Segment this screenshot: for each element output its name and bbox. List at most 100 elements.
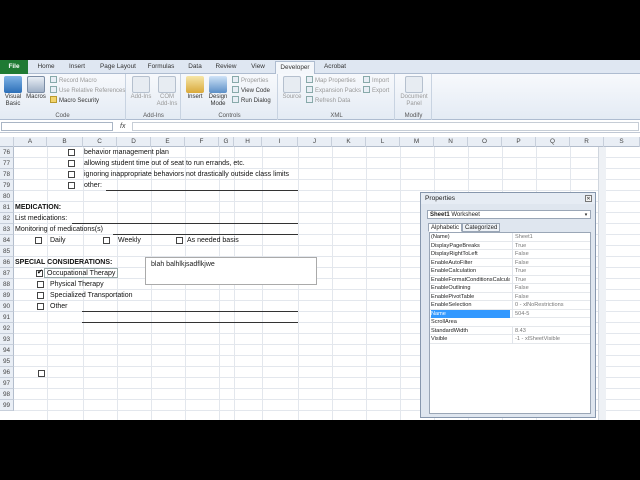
- row-header[interactable]: 83: [0, 224, 14, 235]
- row-header[interactable]: 93: [0, 334, 14, 345]
- visual-basic-button[interactable]: Visual Basic: [2, 76, 24, 107]
- run-dialog-button[interactable]: Run Dialog: [232, 96, 271, 105]
- checkbox[interactable]: [68, 171, 75, 178]
- expansion-packs-button[interactable]: Expansion Packs: [306, 86, 361, 95]
- property-value[interactable]: 0 - xlNoRestrictions: [512, 301, 590, 310]
- row-header[interactable]: 87: [0, 268, 14, 279]
- row-header[interactable]: 82: [0, 213, 14, 224]
- checkbox-weekly[interactable]: [103, 237, 110, 244]
- tab-developer[interactable]: Developer: [275, 61, 315, 74]
- checkbox[interactable]: [38, 370, 45, 377]
- column-header[interactable]: D: [117, 137, 151, 147]
- property-row[interactable]: Visible -1 - xlSheetVisible: [430, 335, 590, 344]
- tab-insert[interactable]: Insert: [62, 61, 92, 74]
- row-header[interactable]: 81: [0, 202, 14, 213]
- design-mode-button[interactable]: Design Mode: [206, 76, 230, 107]
- row-header[interactable]: 88: [0, 279, 14, 290]
- refresh-data-button[interactable]: Refresh Data: [306, 96, 350, 105]
- view-code-button[interactable]: View Code: [232, 86, 270, 95]
- checkbox-daily[interactable]: [35, 237, 42, 244]
- checkbox-as-needed[interactable]: [176, 237, 183, 244]
- text-box[interactable]: blah balhlkjsadflkjwe: [145, 257, 317, 285]
- property-value[interactable]: False: [512, 250, 590, 259]
- property-row[interactable]: EnableCalculation True: [430, 267, 590, 276]
- fx-icon[interactable]: fx: [120, 121, 125, 132]
- property-row[interactable]: EnableSelection 0 - xlNoRestrictions: [430, 301, 590, 310]
- map-properties-button[interactable]: Map Properties: [306, 76, 356, 85]
- row-header[interactable]: 94: [0, 345, 14, 356]
- export-button[interactable]: Export: [363, 86, 389, 95]
- property-value[interactable]: True: [512, 275, 590, 284]
- com-addins-button[interactable]: COM Add-Ins: [154, 76, 180, 107]
- column-header[interactable]: C: [83, 137, 117, 147]
- property-row[interactable]: EnableFormatConditionsCalcula True: [430, 275, 590, 284]
- row-header[interactable]: 99: [0, 400, 14, 411]
- tab-alphabetic[interactable]: Alphabetic: [428, 223, 463, 232]
- source-button[interactable]: Source: [281, 76, 303, 101]
- tab-file[interactable]: File: [0, 60, 28, 74]
- property-row[interactable]: DisplayRightToLeft False: [430, 250, 590, 259]
- property-value[interactable]: 504-5: [512, 309, 590, 318]
- column-header[interactable]: E: [151, 137, 185, 147]
- tab-categorized[interactable]: Categorized: [462, 223, 501, 232]
- column-header[interactable]: H: [234, 137, 262, 147]
- macro-security-button[interactable]: Macro Security: [50, 96, 99, 105]
- row-header[interactable]: 89: [0, 290, 14, 301]
- column-header[interactable]: Q: [536, 137, 570, 147]
- properties-button[interactable]: Properties: [232, 76, 268, 85]
- checkbox[interactable]: [68, 149, 75, 156]
- column-header[interactable]: A: [14, 137, 47, 147]
- checkbox-occupational[interactable]: [36, 268, 43, 277]
- row-header[interactable]: 78: [0, 169, 14, 180]
- property-row[interactable]: Name 504-5: [430, 309, 590, 318]
- document-panel-button[interactable]: Document Panel: [398, 76, 430, 107]
- tab-formulas[interactable]: Formulas: [143, 61, 179, 74]
- column-header[interactable]: O: [468, 137, 502, 147]
- property-row[interactable]: (Name) Sheet1: [430, 233, 590, 242]
- row-header[interactable]: 97: [0, 378, 14, 389]
- row-header[interactable]: 92: [0, 323, 14, 334]
- checkbox[interactable]: [68, 182, 75, 189]
- row-header[interactable]: 90: [0, 301, 14, 312]
- checkbox[interactable]: [68, 160, 75, 167]
- row-header[interactable]: 96: [0, 367, 14, 378]
- macros-button[interactable]: Macros: [25, 76, 47, 101]
- row-header[interactable]: 76: [0, 147, 14, 158]
- row-header[interactable]: 77: [0, 158, 14, 169]
- object-selector[interactable]: Sheet1 Worksheet ▾: [427, 210, 591, 219]
- tab-acrobat[interactable]: Acrobat: [319, 61, 351, 74]
- property-value[interactable]: False: [512, 292, 590, 301]
- property-row[interactable]: EnablePivotTable False: [430, 292, 590, 301]
- row-header[interactable]: 98: [0, 389, 14, 400]
- property-value[interactable]: 8.43: [512, 326, 590, 335]
- import-button[interactable]: Import: [363, 76, 389, 85]
- vertical-scrollbar[interactable]: [598, 147, 606, 420]
- record-macro-button[interactable]: Record Macro: [50, 76, 97, 85]
- property-value[interactable]: True: [512, 241, 590, 250]
- property-row[interactable]: DisplayPageBreaks True: [430, 241, 590, 250]
- property-value[interactable]: False: [512, 258, 590, 267]
- property-row[interactable]: ScrollArea: [430, 318, 590, 327]
- column-header[interactable]: R: [570, 137, 604, 147]
- use-relative-references-button[interactable]: Use Relative References: [50, 86, 125, 95]
- tab-home[interactable]: Home: [32, 61, 60, 74]
- name-box[interactable]: [1, 122, 113, 131]
- column-header[interactable]: F: [185, 137, 219, 147]
- row-header[interactable]: 86: [0, 257, 14, 268]
- column-header[interactable]: S: [604, 137, 640, 147]
- tab-view[interactable]: View: [245, 61, 271, 74]
- column-header[interactable]: G: [219, 137, 234, 147]
- column-header[interactable]: M: [400, 137, 434, 147]
- row-header[interactable]: 79: [0, 180, 14, 191]
- row-header[interactable]: 91: [0, 312, 14, 323]
- insert-control-button[interactable]: Insert: [184, 76, 206, 101]
- checkbox-other[interactable]: [37, 303, 44, 310]
- column-header[interactable]: L: [366, 137, 400, 147]
- checkbox-physical[interactable]: [37, 281, 44, 288]
- addins-button[interactable]: Add-Ins: [129, 76, 153, 101]
- close-icon[interactable]: ✕: [585, 195, 592, 202]
- property-row[interactable]: EnableAutoFilter False: [430, 258, 590, 267]
- column-header[interactable]: N: [434, 137, 468, 147]
- row-header[interactable]: 95: [0, 356, 14, 367]
- checkbox-transport[interactable]: [37, 292, 44, 299]
